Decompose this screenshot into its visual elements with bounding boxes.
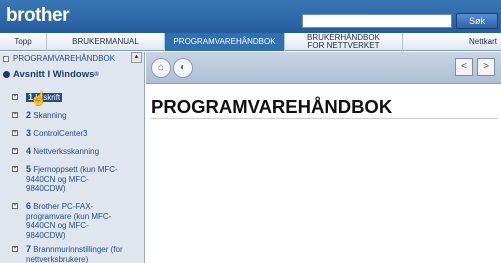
sidebar-root-label: PROGRAMVAREHÅNDBOK <box>13 54 116 63</box>
search-button[interactable]: Søk <box>456 13 498 29</box>
previous-page-icon[interactable]: < <box>455 58 473 76</box>
item-label: Nettverksskanning <box>33 147 100 156</box>
expand-icon[interactable]: + <box>12 246 18 252</box>
brother-logo[interactable]: brother <box>6 5 70 27</box>
item-number: 7 <box>26 244 32 254</box>
item-number: 4 <box>26 146 32 156</box>
page-icon <box>3 55 9 62</box>
item-number: 6 <box>26 201 32 211</box>
expand-icon[interactable]: + <box>12 112 18 118</box>
content-toolbar: ⌂ ◐ < > <box>146 52 501 84</box>
expand-icon[interactable]: + <box>12 148 18 154</box>
bullet-icon <box>3 71 10 78</box>
nav-topp[interactable]: Topp <box>0 33 47 51</box>
item-label: Skanning <box>33 111 67 120</box>
item-number: 3 <box>26 128 32 138</box>
nav-brukermanual[interactable]: BRUKERMANUAL <box>47 33 165 51</box>
expand-icon[interactable]: + <box>12 203 18 209</box>
title-divider <box>151 118 498 119</box>
item-label: Brother PC-FAX-programvare (kun MFC-9440… <box>26 202 112 240</box>
home-icon[interactable]: ⌂ <box>151 58 171 78</box>
page-title: PROGRAMVAREHÅNDBOK <box>151 96 393 117</box>
search-input[interactable] <box>302 14 452 28</box>
item-number: 2 <box>26 110 32 120</box>
item-label: ControlCenter3 <box>33 129 88 138</box>
sidebar[interactable]: ▲ PROGRAMVAREHÅNDBOK Avsnitt I Windows ® … <box>0 52 145 263</box>
nav-nettkart[interactable]: Nettkart <box>403 33 501 51</box>
registered-mark: ® <box>94 71 99 78</box>
item-label: Brannmurinnstillinger (for nettverksbruk… <box>26 245 123 263</box>
expand-icon[interactable]: + <box>12 94 18 100</box>
sidebar-section[interactable]: Avsnitt I Windows ® <box>3 69 99 80</box>
item-number: 5 <box>26 164 32 174</box>
scroll-up-arrow-icon[interactable]: ▲ <box>131 52 142 63</box>
expand-icon[interactable]: + <box>12 130 18 136</box>
next-page-icon[interactable]: > <box>477 58 495 76</box>
nav-programvarehandbok[interactable]: PROGRAMVAREHÅNDBOK <box>165 33 285 51</box>
top-nav: Topp BRUKERMANUAL PROGRAMVAREHÅNDBOK BRU… <box>0 33 501 51</box>
sidebar-root[interactable]: PROGRAMVAREHÅNDBOK <box>3 54 115 63</box>
print-icon[interactable]: ◐ <box>173 58 193 78</box>
item-label: Fjernoppsett (kun MFC-9440CN og MFC-9840… <box>26 165 118 193</box>
nav-brukerhandbok-nettverket[interactable]: BRUKERHÅNDBOK FOR NETTVERKET <box>285 33 403 51</box>
content-pane: ⌂ ◐ < > PROGRAMVAREHÅNDBOK <box>146 52 501 263</box>
expand-icon[interactable]: + <box>12 166 18 172</box>
sidebar-section-label: Avsnitt I Windows <box>13 69 95 80</box>
header-bar: brother Søk <box>0 0 501 33</box>
hand-cursor-icon: ☝ <box>30 90 48 106</box>
